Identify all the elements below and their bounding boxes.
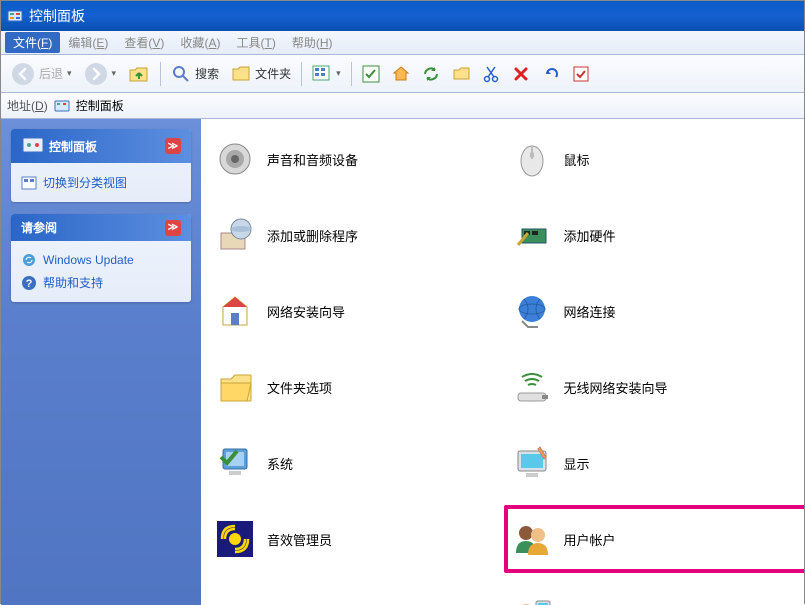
content-area: 声音和音频设备 鼠标 添加或删除程序 添加硬件 网络安装向导 网络连接: [201, 119, 804, 605]
collapse-icon[interactable]: ≫: [165, 220, 181, 236]
item-user-accounts[interactable]: 用户帐户: [504, 505, 805, 573]
tb-home[interactable]: [388, 63, 414, 85]
dropdown-arrow-icon: ▾: [112, 68, 117, 79]
item-mouse[interactable]: 鼠标: [508, 135, 795, 183]
item-system[interactable]: 系统: [211, 439, 498, 487]
sidebar-item-help-support[interactable]: ? 帮助和支持: [21, 271, 181, 294]
network-icon: [512, 291, 552, 331]
title-bar: 控制面板: [1, 1, 804, 31]
item-game-controllers[interactable]: 游戏控制器: [211, 591, 498, 605]
views-icon: [312, 65, 332, 83]
sound-manager-icon: [215, 519, 255, 559]
users-icon: [512, 519, 552, 559]
address-label: 地址(D): [7, 97, 48, 114]
address-bar: 地址(D) 控制面板: [1, 93, 804, 119]
separator: [160, 62, 161, 86]
separator: [351, 62, 352, 86]
forward-button[interactable]: ▾: [80, 60, 121, 88]
control-panel-header-icon: [21, 134, 45, 158]
control-panel-icon: [7, 8, 23, 24]
menu-bar: 文件(F) 编辑(E) 查看(V) 收藏(A) 工具(T) 帮助(H): [1, 31, 804, 55]
back-icon: [11, 62, 35, 86]
address-value[interactable]: 控制面板: [76, 97, 124, 114]
mouse-icon: [512, 139, 552, 179]
panel-header[interactable]: 请参阅 ≫: [11, 214, 191, 241]
undo-icon: [542, 65, 560, 83]
sidebar-item-switch-view[interactable]: 切换到分类视图: [21, 171, 181, 194]
windows-update-icon: [21, 252, 37, 268]
folders-button[interactable]: 文件夹: [227, 62, 295, 86]
item-sound-manager[interactable]: 音效管理员: [211, 515, 498, 563]
sidebar: 控制面板 ≫ 切换到分类视图 请参阅 ≫ Windows Update: [1, 119, 201, 605]
folder-up-icon: [128, 63, 150, 85]
item-network-connections[interactable]: 网络连接: [508, 287, 795, 335]
sidebar-panel-control-panel: 控制面板 ≫ 切换到分类视图: [11, 129, 191, 202]
speaker-icon: [215, 139, 255, 179]
folder-open-icon: [452, 65, 470, 83]
system-icon: [215, 443, 255, 483]
dropdown-arrow-icon: ▾: [67, 68, 72, 79]
views-button[interactable]: ▾: [308, 63, 345, 85]
address-icon: [54, 98, 70, 114]
window-title: 控制面板: [29, 6, 85, 26]
sidebar-item-windows-update[interactable]: Windows Update: [21, 249, 181, 271]
display-icon: [512, 443, 552, 483]
back-button[interactable]: 后退 ▾: [7, 60, 76, 88]
tb-delete[interactable]: [508, 63, 534, 85]
network-wizard-icon: [215, 291, 255, 331]
programs-icon: [215, 215, 255, 255]
app-icon: [362, 65, 380, 83]
home-icon: [392, 65, 410, 83]
menu-view[interactable]: 查看(V): [116, 32, 172, 53]
item-display[interactable]: 显示: [508, 439, 795, 487]
sync-icon: [422, 65, 440, 83]
separator: [301, 62, 302, 86]
hardware-icon: [512, 215, 552, 255]
wireless-icon: [512, 367, 552, 407]
switch-view-icon: [21, 175, 37, 191]
panel-header[interactable]: 控制面板 ≫: [11, 129, 191, 163]
dropdown-arrow-icon: ▾: [336, 68, 341, 79]
help-icon: ?: [21, 275, 37, 291]
menu-favorites[interactable]: 收藏(A): [172, 32, 228, 53]
tb-check[interactable]: [568, 63, 594, 85]
properties-icon: [572, 65, 590, 83]
menu-help[interactable]: 帮助(H): [284, 32, 341, 53]
menu-edit[interactable]: 编辑(E): [60, 32, 116, 53]
item-add-remove-programs[interactable]: 添加或删除程序: [211, 211, 498, 259]
search-button[interactable]: 搜索: [167, 62, 223, 86]
tb-icon-1[interactable]: [358, 63, 384, 85]
svg-text:?: ?: [26, 278, 33, 290]
item-wireless-setup-wizard[interactable]: 无线网络安装向导: [508, 363, 795, 411]
item-network-setup-wizard[interactable]: 网络安装向导: [211, 287, 498, 335]
menu-tools[interactable]: 工具(T): [228, 32, 283, 53]
tb-sync[interactable]: [418, 63, 444, 85]
forward-icon: [84, 62, 108, 86]
collapse-icon[interactable]: ≫: [165, 138, 181, 154]
menu-file[interactable]: 文件(F): [5, 32, 60, 53]
up-button[interactable]: [124, 61, 154, 87]
item-folder-options[interactable]: 文件夹选项: [211, 363, 498, 411]
folder-icon: [231, 64, 251, 84]
toolbar: 后退 ▾ ▾ 搜索 文件夹 ▾: [1, 55, 804, 93]
sidebar-panel-see-also: 请参阅 ≫ Windows Update ? 帮助和支持: [11, 214, 191, 302]
tb-cut[interactable]: [478, 63, 504, 85]
item-audio[interactable]: 声音和音频设备: [211, 135, 498, 183]
item-speech[interactable]: 语音: [508, 591, 795, 605]
folder-options-icon: [215, 367, 255, 407]
tb-undo[interactable]: [538, 63, 564, 85]
main-area: 控制面板 ≫ 切换到分类视图 请参阅 ≫ Windows Update: [1, 119, 804, 605]
tb-folder2[interactable]: [448, 63, 474, 85]
item-add-hardware[interactable]: 添加硬件: [508, 211, 795, 259]
cut-icon: [482, 65, 500, 83]
search-icon: [171, 64, 191, 84]
delete-icon: [512, 65, 530, 83]
icon-grid: 声音和音频设备 鼠标 添加或删除程序 添加硬件 网络安装向导 网络连接: [211, 135, 794, 605]
